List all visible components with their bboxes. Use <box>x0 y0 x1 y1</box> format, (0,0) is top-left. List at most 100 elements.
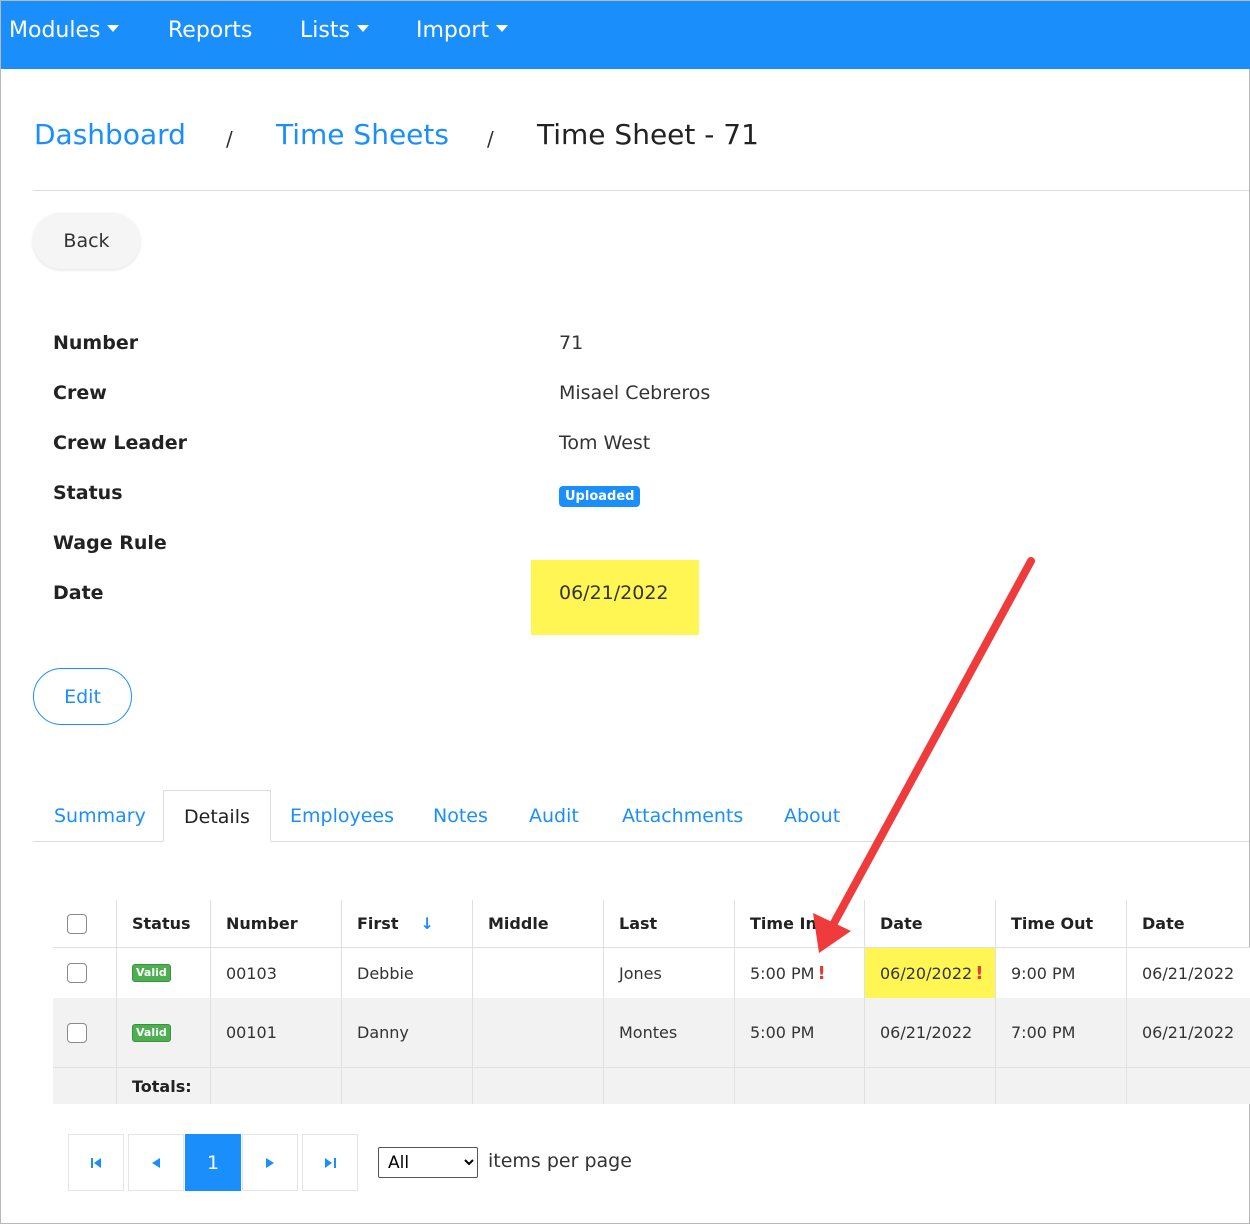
row-checkbox[interactable] <box>67 963 87 983</box>
date-out-cell: 06/21/2022 <box>1126 948 1250 998</box>
column-header-status[interactable]: Status <box>116 900 210 947</box>
field-value-date: 06/21/2022 <box>559 582 669 604</box>
first-name-cell: Danny <box>341 998 472 1067</box>
time-in-value: 5:00 PM <box>750 963 815 983</box>
caret-down-icon <box>356 25 369 32</box>
field-label-date: Date <box>53 582 104 604</box>
field-label-wage-rule: Wage Rule <box>53 532 167 554</box>
field-value-crew-leader: Tom West <box>559 432 651 454</box>
totals-cell <box>603 1068 734 1104</box>
number-cell: 00101 <box>210 998 341 1067</box>
totals-cell <box>341 1068 472 1104</box>
breadcrumb-separator: / <box>226 127 233 151</box>
items-per-page-label: items per page <box>488 1150 632 1172</box>
tab-attachments[interactable]: Attachments <box>622 790 743 842</box>
nav-reports-link[interactable]: Reports <box>168 15 252 47</box>
column-header-number[interactable]: Number <box>210 900 341 947</box>
nav-modules-menu[interactable]: Modules <box>9 15 120 47</box>
caret-down-icon <box>107 25 120 32</box>
breadcrumb-time-sheets[interactable]: Time Sheets <box>276 115 449 155</box>
column-header-date-in[interactable]: Date <box>864 900 995 947</box>
tab-details[interactable]: Details <box>163 790 271 842</box>
field-label-number: Number <box>53 332 139 354</box>
column-header-date-out[interactable]: Date <box>1126 900 1250 947</box>
table-row[interactable]: Valid 00103 Debbie Jones 5:00 PM! 06/20/… <box>53 948 1250 998</box>
status-cell: Valid <box>116 998 210 1067</box>
breadcrumb-dashboard[interactable]: Dashboard <box>34 115 186 155</box>
divider <box>33 190 1249 191</box>
status-badge: Uploaded <box>559 486 641 507</box>
status-cell: Valid <box>116 948 210 998</box>
prev-page-button[interactable] <box>128 1134 184 1191</box>
totals-cell <box>734 1068 864 1104</box>
last-page-icon <box>324 1157 336 1168</box>
next-page-icon <box>266 1157 274 1168</box>
nav-import-label: Import <box>416 18 490 43</box>
totals-cell <box>864 1068 995 1104</box>
next-page-button[interactable] <box>242 1134 298 1191</box>
page-title: Time Sheet - 71 <box>537 118 759 151</box>
back-button[interactable]: Back <box>33 213 140 269</box>
arrow-down-icon: ↓ <box>420 914 434 933</box>
tab-employees[interactable]: Employees <box>290 790 394 842</box>
field-label-crew: Crew <box>53 382 107 404</box>
table-header-row: Status Number First ↓ Middle Last Time In… <box>53 900 1250 948</box>
breadcrumb-separator: / <box>487 127 494 151</box>
first-page-icon <box>90 1157 101 1168</box>
totals-cell <box>1126 1068 1250 1104</box>
field-value-crew: Misael Cebreros <box>559 382 711 404</box>
edit-button[interactable]: Edit <box>33 668 132 725</box>
row-select-cell <box>53 998 101 1067</box>
tab-audit[interactable]: Audit <box>529 790 579 842</box>
column-header-last[interactable]: Last <box>603 900 734 947</box>
column-header-middle[interactable]: Middle <box>472 900 603 947</box>
totals-label: Totals: <box>116 1068 210 1104</box>
column-header-time-out[interactable]: Time Out <box>995 900 1126 947</box>
top-navbar: Modules Reports Lists Import <box>1 1 1250 69</box>
select-all-cell <box>53 900 101 947</box>
time-out-cell: 7:00 PM <box>995 998 1126 1067</box>
tab-summary[interactable]: Summary <box>54 790 146 842</box>
last-name-cell: Jones <box>603 948 734 998</box>
totals-cell <box>995 1068 1126 1104</box>
tab-about[interactable]: About <box>784 790 840 842</box>
field-label-crew-leader: Crew Leader <box>53 432 188 454</box>
last-page-button[interactable] <box>302 1134 358 1191</box>
caret-down-icon <box>496 25 509 32</box>
row-checkbox[interactable] <box>67 1022 87 1043</box>
middle-name-cell <box>472 998 603 1067</box>
column-header-first[interactable]: First ↓ <box>341 900 472 947</box>
nav-import-menu[interactable]: Import <box>416 15 509 47</box>
page-1-button[interactable]: 1 <box>185 1134 241 1191</box>
first-page-button[interactable] <box>68 1134 124 1191</box>
nav-modules-label: Modules <box>9 18 101 43</box>
number-cell: 00103 <box>210 948 341 998</box>
totals-cell <box>472 1068 603 1104</box>
first-name-cell: Debbie <box>341 948 472 998</box>
date-in-cell: 06/21/2022 <box>864 998 995 1067</box>
items-per-page-select[interactable]: All <box>378 1147 478 1178</box>
nav-reports-label: Reports <box>168 18 253 43</box>
nav-lists-label: Lists <box>300 18 350 43</box>
field-label-status: Status <box>53 482 123 504</box>
valid-badge: Valid <box>132 1023 171 1042</box>
time-in-cell: 5:00 PM <box>734 998 864 1067</box>
warning-icon: ! <box>975 962 984 984</box>
time-out-cell: 9:00 PM <box>995 948 1126 998</box>
totals-row: Totals: <box>53 1067 1250 1104</box>
warning-icon: ! <box>817 962 826 984</box>
column-header-first-label: First <box>357 914 399 933</box>
column-header-time-in[interactable]: Time In <box>734 900 864 947</box>
totals-cell <box>210 1068 341 1104</box>
valid-badge: Valid <box>132 964 171 982</box>
table-row[interactable]: Valid 00101 Danny Montes 5:00 PM 06/21/2… <box>53 998 1250 1067</box>
select-all-checkbox[interactable] <box>67 913 87 934</box>
totals-empty-cell <box>53 1068 101 1104</box>
time-in-cell: 5:00 PM! <box>734 948 864 998</box>
row-select-cell <box>53 948 101 998</box>
last-name-cell: Montes <box>603 998 734 1067</box>
field-value-number: 71 <box>559 332 584 354</box>
nav-lists-menu[interactable]: Lists <box>300 15 369 47</box>
tab-notes[interactable]: Notes <box>433 790 488 842</box>
prev-page-icon <box>152 1157 160 1168</box>
